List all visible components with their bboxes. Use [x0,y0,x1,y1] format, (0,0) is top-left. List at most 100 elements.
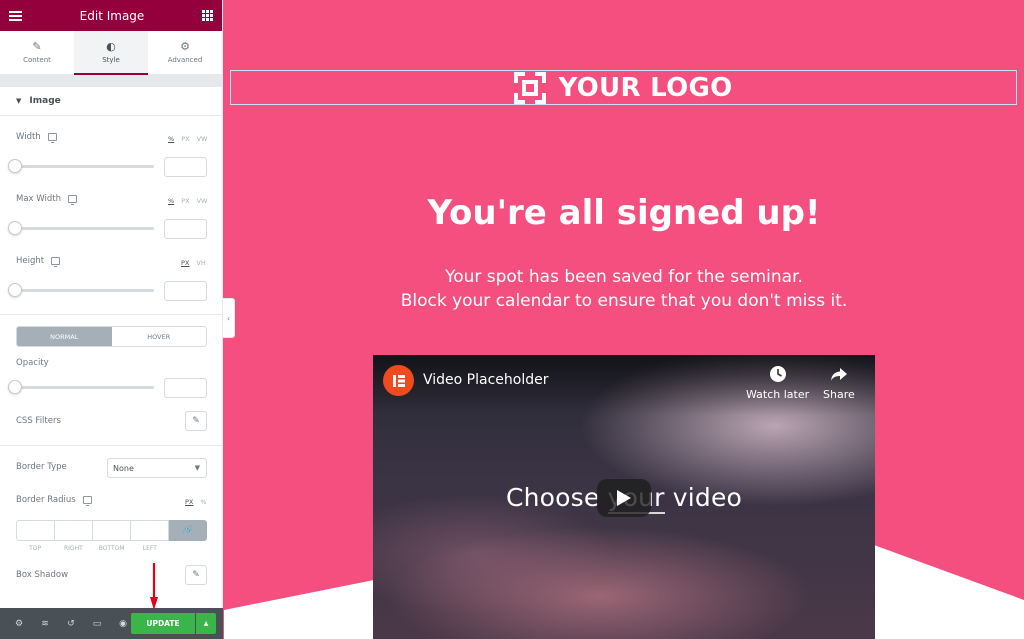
panel-title: Edit Image [79,8,145,23]
play-button[interactable] [597,479,651,517]
clock-icon [769,366,786,382]
pencil-icon: ✎ [192,570,200,580]
settings-icon[interactable]: ⚙ [6,619,32,629]
history-icon[interactable]: ↺ [58,619,84,629]
overlay-text-part: Choose [505,483,608,512]
desktop-icon[interactable] [82,496,92,506]
update-button[interactable]: UPDATE [131,613,195,634]
max-width-label: Max Width [16,194,77,205]
unit-px[interactable]: PX [181,197,189,205]
tab-normal[interactable]: NORMAL [17,327,112,346]
border-type-select[interactable]: None ▼ [107,458,207,478]
widgets-grid-icon[interactable] [201,10,213,21]
navigator-layers-icon[interactable]: ≋ [32,619,58,629]
radius-right-input[interactable] [55,520,93,541]
desktop-icon[interactable] [67,195,77,205]
annotation-arrow-icon [150,563,158,610]
label-text: Opacity [16,358,49,368]
label-text: Width [16,132,41,142]
tab-label: Content [23,56,51,64]
side-label-top: TOP [29,545,42,552]
subtext-line-1: Your spot has been saved for the seminar… [445,267,803,287]
logo-widget[interactable]: YOUR LOGO [230,70,1017,105]
unit-px[interactable]: PX [181,135,189,143]
divider [0,314,222,315]
border-radius-side-labels: TOP RIGHT BOTTOM LEFT [16,545,169,552]
hamburger-menu-icon[interactable] [9,10,22,21]
unit-vw[interactable]: VW [197,135,208,143]
tab-advanced[interactable]: ⚙ Advanced [148,31,222,74]
responsive-mode-icon[interactable]: ▭ [84,619,110,629]
share-arrow-icon [830,368,847,381]
link-values-button[interactable]: 🔗 [169,520,207,541]
share-button[interactable]: Share [823,365,855,401]
label-text: Max Width [16,194,61,204]
max-width-input[interactable] [164,219,207,239]
opacity-slider[interactable] [16,386,154,389]
panel-separator [0,75,222,87]
opacity-slider-handle[interactable] [8,380,22,394]
max-width-slider-handle[interactable] [8,221,22,235]
width-slider[interactable] [16,165,154,168]
unit-px[interactable]: PX [181,259,189,267]
unit-px[interactable]: PX [185,498,193,506]
max-width-slider[interactable] [16,227,154,230]
channel-avatar[interactable] [383,365,414,396]
overlay-text-part: video [664,483,743,512]
width-slider-handle[interactable] [8,159,22,173]
elementor-logo-icon [392,374,405,387]
side-label-right: RIGHT [63,545,83,552]
caret-up-icon: ▲ [203,620,209,627]
width-label: Width [16,132,57,143]
unit-vh[interactable]: VH [196,259,205,267]
width-units: % PX VW [168,135,207,143]
divider [0,445,222,446]
width-input[interactable] [164,157,207,177]
panel-tabs: ✎ Content ◐ Style ⚙ Advanced [0,31,222,75]
desktop-icon[interactable] [47,133,57,143]
chevron-down-icon: ▼ [194,464,200,472]
caret-down-icon: ▼ [16,97,22,105]
radius-left-input[interactable] [131,520,169,541]
unit-percent[interactable]: % [168,197,174,205]
desktop-icon[interactable] [51,257,61,267]
label-text: Border Type [16,462,67,472]
tab-style[interactable]: ◐ Style [74,31,148,75]
height-slider-handle[interactable] [8,283,22,297]
editor-panel: Edit Image ✎ Content ◐ Style ⚙ Advanced … [0,0,223,639]
radius-top-input[interactable] [16,520,55,541]
update-options-button[interactable]: ▲ [196,613,216,634]
height-label: Height [16,256,61,267]
side-label-left: LEFT [142,545,157,552]
height-input[interactable] [164,281,207,301]
video-embed[interactable]: Video Placeholder Watch later Share Choo… [373,355,875,639]
subtext-line-2: Block your calendar to ensure that you d… [400,291,848,311]
unit-vw[interactable]: VW [197,197,208,205]
css-filters-label: CSS Filters [16,416,61,426]
tab-hover[interactable]: HOVER [111,327,206,346]
tab-content[interactable]: ✎ Content [0,31,74,74]
play-icon [617,490,631,506]
watch-later-button[interactable]: Watch later [746,365,809,401]
label-text: CSS Filters [16,416,61,426]
height-units: PX VH [181,259,206,267]
css-filters-edit-button[interactable]: ✎ [185,411,207,431]
height-slider[interactable] [16,289,154,292]
link-icon: 🔗 [182,525,194,536]
logo-mark-icon [514,71,547,104]
unit-percent[interactable]: % [168,135,174,143]
box-shadow-edit-button[interactable]: ✎ [185,565,207,585]
border-radius-inputs: 🔗 [16,520,207,541]
half-circle-icon: ◐ [106,40,116,53]
label-text: Box Shadow [16,570,69,580]
radius-bottom-input[interactable] [93,520,131,541]
unit-percent[interactable]: % [200,498,206,506]
tab-label: Advanced [167,56,203,64]
section-image-header[interactable]: ▼ Image [0,87,222,116]
opacity-label: Opacity [16,358,49,368]
state-toggle: NORMAL HOVER [16,326,207,347]
opacity-input[interactable] [164,378,207,398]
tab-label: Style [102,56,120,64]
video-title[interactable]: Video Placeholder [423,372,548,388]
border-radius-units: PX % [185,498,207,506]
